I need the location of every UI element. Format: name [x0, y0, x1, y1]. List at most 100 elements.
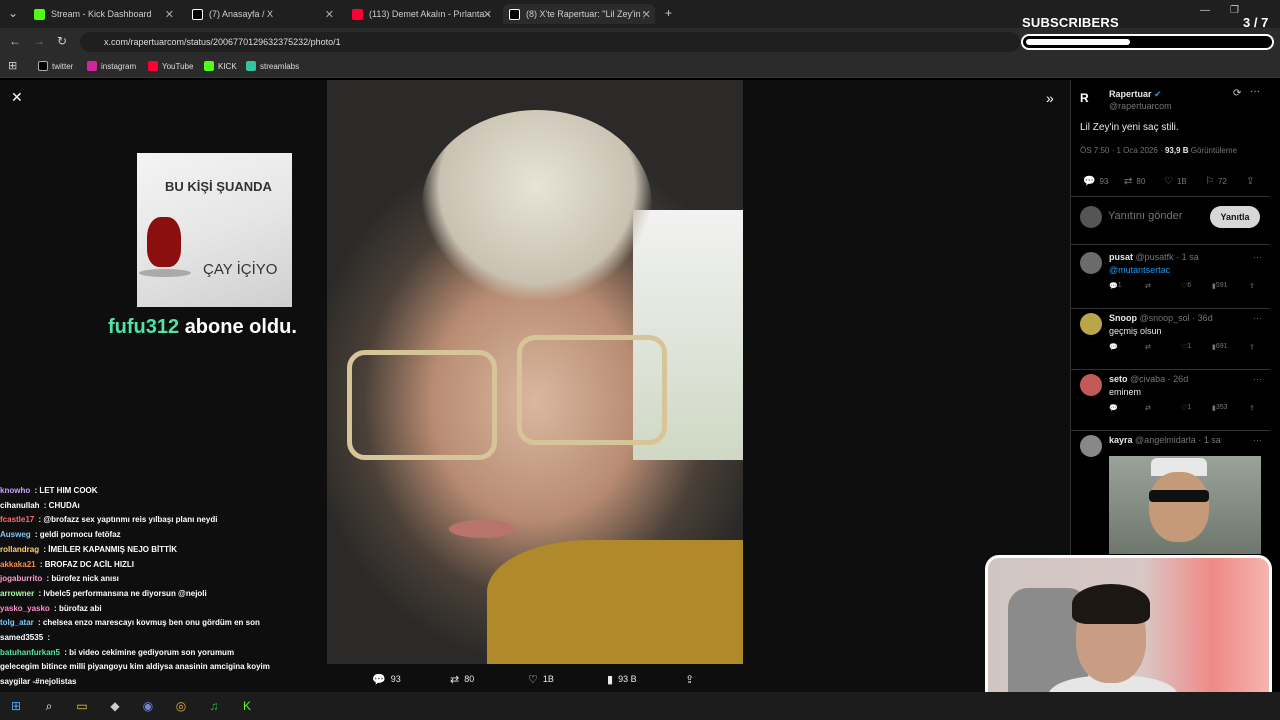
- new-tab-icon[interactable]: +: [665, 6, 672, 20]
- chat-username[interactable]: batuhanfurkan5: [0, 648, 60, 657]
- tweet-bookmarks[interactable]: ⚐ 72: [1205, 176, 1227, 187]
- bookmark-label: twitter: [52, 61, 74, 71]
- tweet-share[interactable]: ⇪: [1246, 176, 1258, 187]
- tab-close-icon[interactable]: ✕: [642, 8, 651, 21]
- apps-grid-icon[interactable]: ⊞: [8, 59, 17, 72]
- avatar[interactable]: [1080, 252, 1102, 274]
- more-icon[interactable]: ···: [1253, 313, 1262, 323]
- reply-like-action[interactable]: ♡ 1: [1181, 343, 1191, 351]
- tab-close-icon[interactable]: ✕: [325, 8, 334, 21]
- avatar[interactable]: [1080, 313, 1102, 335]
- instagram-icon: [87, 61, 97, 71]
- avatar[interactable]: [1080, 435, 1102, 457]
- reply-input[interactable]: Yanıtını gönder: [1108, 210, 1182, 222]
- chat-username[interactable]: knowho: [0, 486, 30, 495]
- kick-icon[interactable]: K: [239, 698, 255, 714]
- search-icon[interactable]: ⌕: [41, 698, 57, 714]
- tweet-meta: ÖS 7:50 · 1 Oca 2026 · 93,9 B Görüntülem…: [1080, 146, 1237, 155]
- tab-x-home[interactable]: (7) Anasayfa / X ✕: [186, 4, 338, 24]
- chrome-icon[interactable]: ◎: [173, 698, 189, 714]
- chat-username[interactable]: rollandrag: [0, 545, 39, 554]
- tab-youtube[interactable]: (113) Demet Akalın - Pırlanta - ✕: [346, 4, 496, 24]
- minimize-icon[interactable]: —: [1200, 5, 1210, 16]
- tweet-author[interactable]: Rapertuar ✔: [1109, 89, 1162, 100]
- rapertuar-logo-icon[interactable]: R: [1080, 91, 1100, 109]
- tab-close-icon[interactable]: ✕: [165, 8, 174, 21]
- chat-username[interactable]: akkaka21: [0, 560, 36, 569]
- expand-panel-icon[interactable]: »: [1046, 90, 1054, 106]
- share-icon[interactable]: ⇪: [1249, 282, 1255, 290]
- viewer-share[interactable]: ⇪: [685, 672, 699, 686]
- bookmark-youtube[interactable]: YouTube: [148, 61, 193, 71]
- reply-like-action[interactable]: ♡ 6: [1181, 282, 1191, 290]
- back-icon[interactable]: ←: [9, 34, 21, 48]
- chat-text: bürofaz abi: [58, 603, 102, 613]
- avatar[interactable]: [1080, 374, 1102, 396]
- tweet-photo[interactable]: [327, 80, 743, 664]
- reply-views-action[interactable]: ▮ 691: [1212, 343, 1228, 351]
- tweet-handle[interactable]: @rapertuarcom: [1109, 101, 1172, 111]
- chat-username[interactable]: cihanullah: [0, 501, 40, 510]
- maximize-icon[interactable]: ❐: [1230, 5, 1239, 16]
- share-icon[interactable]: ⇪: [1249, 404, 1255, 412]
- repost-icon[interactable]: ⇄: [1145, 282, 1151, 290]
- folder-icon[interactable]: ▭: [74, 698, 90, 714]
- viewer-likes[interactable]: ♡ 1B: [528, 672, 554, 686]
- reply-media[interactable]: [1109, 456, 1261, 554]
- more-icon[interactable]: ···: [1253, 435, 1262, 445]
- repost-icon[interactable]: ⇄: [1145, 404, 1151, 412]
- reply-reply-action[interactable]: 💬: [1109, 343, 1118, 351]
- reply-author[interactable]: pusat @pusatfk · 1 sa: [1109, 252, 1199, 262]
- chat-username[interactable]: tolg_atar: [0, 618, 34, 627]
- reply-text[interactable]: @mutantsertac: [1109, 265, 1170, 275]
- discord-icon[interactable]: ◉: [140, 698, 156, 714]
- reply-views-action[interactable]: ▮ 591: [1212, 282, 1228, 290]
- repost-icon[interactable]: ⇄: [1145, 343, 1151, 351]
- viewer-replies[interactable]: 💬 93: [372, 672, 401, 686]
- close-icon[interactable]: ✕: [11, 89, 23, 106]
- reply-likes-count: 6: [1187, 282, 1192, 289]
- bookmark-twitter[interactable]: twitter: [38, 61, 73, 71]
- tab-close-icon[interactable]: ✕: [483, 8, 492, 21]
- windows-icon[interactable]: ⊞: [8, 698, 24, 714]
- app-icon[interactable]: ◆: [107, 698, 123, 714]
- chat-username[interactable]: samed3535: [0, 633, 43, 642]
- forward-icon[interactable]: →: [33, 34, 45, 48]
- bookmark-instagram[interactable]: instagram: [87, 61, 136, 71]
- more-icon[interactable]: ···: [1253, 252, 1262, 262]
- reply-button[interactable]: Yanıtla: [1210, 206, 1260, 228]
- more-icon[interactable]: ···: [1253, 374, 1262, 384]
- bookmark-kick[interactable]: KICK: [204, 61, 237, 71]
- reply-author[interactable]: Snoop @snoop_sol · 36d: [1109, 313, 1213, 323]
- tweet-replies[interactable]: 💬 93: [1083, 176, 1108, 187]
- tweet-time[interactable]: ÖS 7:50 · 1 Oca 2026 ·: [1080, 146, 1165, 155]
- share-icon[interactable]: ⇪: [1249, 343, 1255, 351]
- reply-author[interactable]: seto @civaba · 26d: [1109, 374, 1188, 384]
- chat-username[interactable]: arrowner: [0, 589, 34, 598]
- reply-reply-action[interactable]: 💬 1: [1109, 282, 1122, 290]
- chat-username[interactable]: yasko_yasko: [0, 604, 50, 613]
- bookmark-streamlabs[interactable]: streamlabs: [246, 61, 299, 71]
- viewer-views[interactable]: ▮ 93 B: [607, 672, 637, 686]
- reply-author[interactable]: kayra @angelmidarla · 1 sa: [1109, 435, 1221, 445]
- reply-reply-action[interactable]: 💬: [1109, 404, 1118, 412]
- viewer-reposts[interactable]: ⇄ 80: [450, 672, 474, 686]
- grok-icon[interactable]: ⟳: [1233, 88, 1241, 99]
- reload-icon[interactable]: ↻: [57, 34, 67, 48]
- spotify-icon[interactable]: ♫: [206, 698, 222, 714]
- more-icon[interactable]: ···: [1250, 86, 1260, 97]
- tweet-reposts[interactable]: ⇄ 80: [1124, 176, 1145, 187]
- alert-image: BU KİŞİ ŞUANDA ÇAY İÇİYO: [137, 153, 292, 307]
- chat-username[interactable]: fcastle17: [0, 515, 34, 524]
- tweet-likes[interactable]: ♡ 1B: [1164, 176, 1187, 187]
- address-bar[interactable]: x.com/rapertuarcom/status/20067701296323…: [80, 32, 1020, 52]
- chat-username[interactable]: Ausweg: [0, 530, 31, 539]
- tab-x-rapertuar[interactable]: (8) X'te Rapertuar: "Lil Zey'in ye ✕: [503, 4, 655, 24]
- reply-like-action[interactable]: ♡ 1: [1181, 404, 1191, 412]
- reply-views-action[interactable]: ▮ 353: [1212, 404, 1228, 412]
- tab-search-icon[interactable]: ⌄: [8, 6, 18, 20]
- chat-username[interactable]: jogaburrito: [0, 574, 42, 583]
- tab-kick-dashboard[interactable]: Stream - Kick Dashboard ✕: [28, 4, 178, 24]
- webcam-hair: [1072, 584, 1150, 624]
- photo-hair: [422, 110, 652, 300]
